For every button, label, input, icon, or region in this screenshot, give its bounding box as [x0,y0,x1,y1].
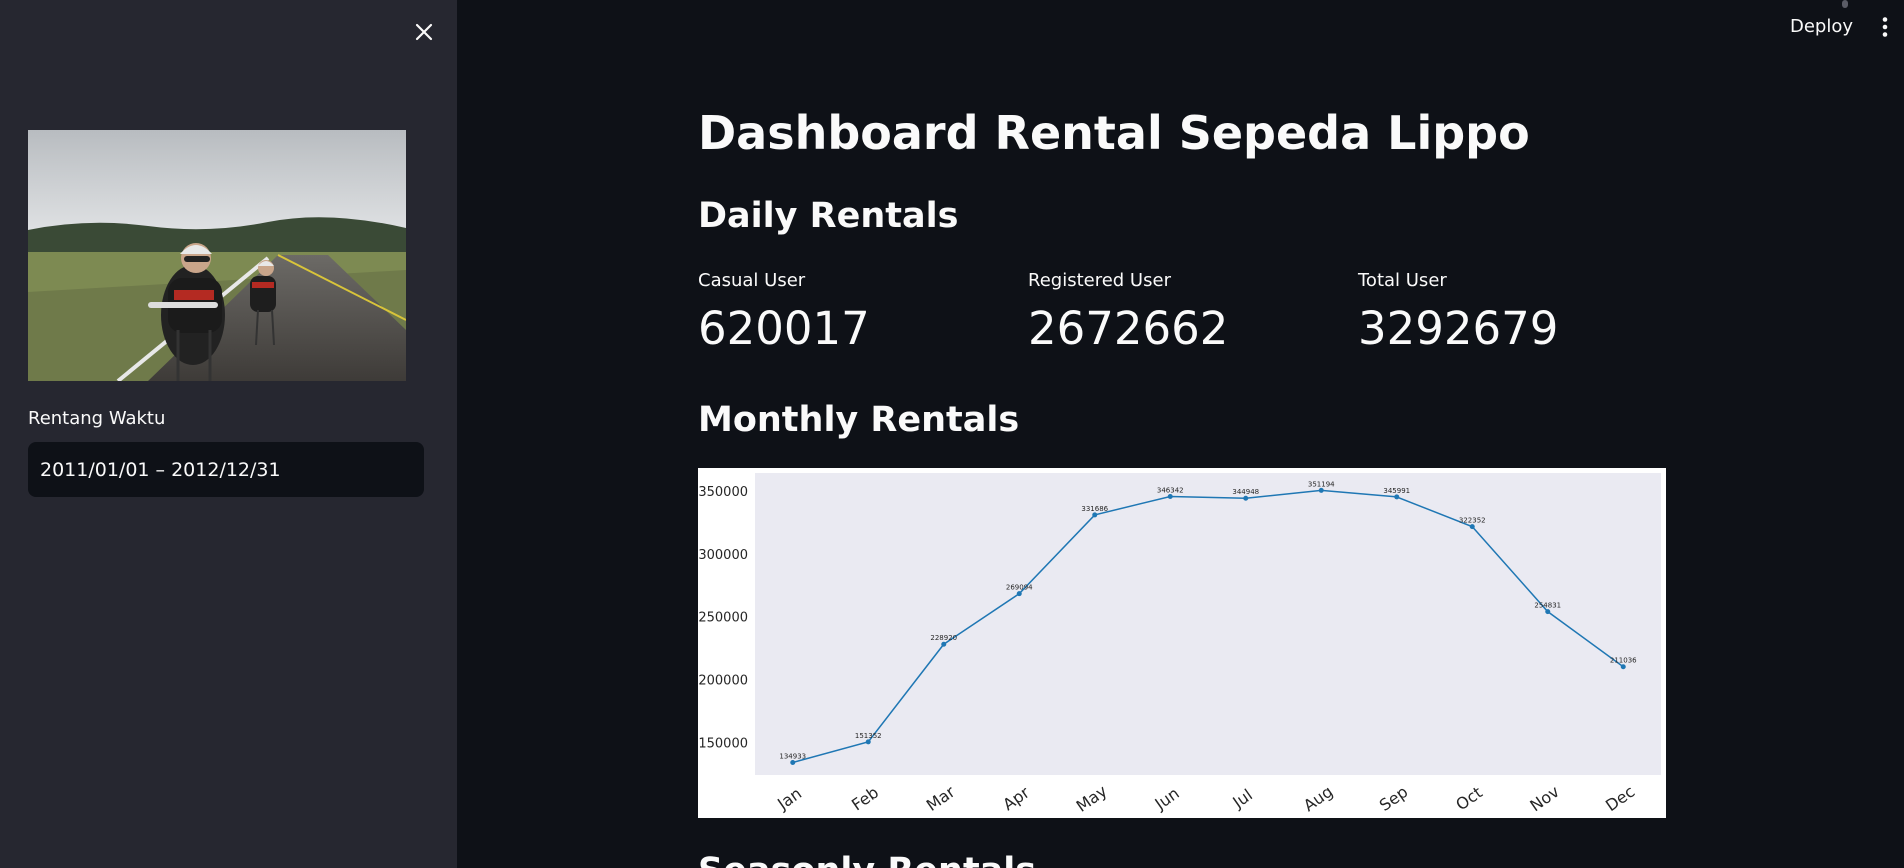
data-point [1243,495,1249,501]
data-label: 211036 [1610,657,1637,665]
close-sidebar-button[interactable] [410,18,438,46]
total-user-value: 3292679 [1358,302,1559,355]
y-tick-label: 350000 [698,485,748,500]
page-title: Dashboard Rental Sepeda Lippo [698,106,1530,160]
y-tick-label: 250000 [698,611,748,626]
data-label: 151352 [855,732,882,740]
monthly-rentals-heading: Monthly Rentals [698,400,1020,440]
date-range-value: 2011/01/01 – 2012/12/31 [40,458,281,481]
close-icon [415,23,433,41]
x-tick-label: Mar [923,782,959,815]
seasonly-rentals-heading: Seasonly Rentals [698,851,1036,868]
x-tick-label: Aug [1300,782,1336,815]
registered-user-label: Registered User [1028,270,1171,291]
data-point [790,760,796,766]
data-label: 228920 [930,634,957,642]
data-label: 322352 [1459,517,1486,525]
x-tick-label: Feb [848,783,882,815]
plot-area [755,473,1661,775]
data-label: 254831 [1534,602,1561,610]
data-label: 134933 [779,753,806,761]
casual-user-label: Casual User [698,270,806,291]
x-tick-label: Dec [1602,782,1638,815]
data-point [1167,493,1173,499]
main-menu-button[interactable] [1878,16,1892,38]
monthly-rentals-chart: 150000 200000 250000 300000 350000 Jan Feb Mar A… [698,468,1666,818]
deploy-button[interactable]: Deploy [1790,16,1853,37]
y-tick-label: 300000 [698,548,748,563]
date-range-label: Rentang Waktu [28,408,166,429]
monthly-rentals-svg: 150000 200000 250000 300000 350000 Jan Feb Mar A… [698,473,1661,816]
data-point [1092,512,1098,518]
data-point [1318,487,1324,493]
data-point [1545,609,1551,615]
daily-rentals-heading: Daily Rentals [698,196,959,236]
sidebar: Rentang Waktu 2011/01/01 – 2012/12/31 [0,0,457,868]
data-label: 269094 [1006,584,1033,592]
data-point [1394,494,1400,500]
vertical-dots-icon [1882,17,1888,37]
y-tick-label: 200000 [698,674,748,689]
y-tick-label: 150000 [698,737,748,752]
data-point [1620,664,1626,670]
data-label: 345991 [1383,487,1410,495]
cyclists-photo [28,130,406,381]
data-point [941,641,947,647]
data-label: 344948 [1232,488,1259,496]
x-tick-label: Jan [773,784,805,814]
data-point [1016,591,1022,597]
x-tick-label: Oct [1452,783,1486,814]
casual-user-value: 620017 [698,302,870,355]
x-tick-label: May [1073,781,1111,816]
scrollbar[interactable] [1842,0,1848,8]
date-range-input[interactable]: 2011/01/01 – 2012/12/31 [28,442,424,497]
registered-user-value: 2672662 [1028,302,1229,355]
x-tick-label: Nov [1526,782,1562,815]
data-label: 351194 [1308,480,1335,488]
data-point [865,739,871,745]
data-point [1469,524,1475,530]
x-tick-label: Jul [1228,785,1256,812]
total-user-label: Total User [1358,270,1447,291]
data-label: 346342 [1157,486,1184,494]
x-tick-label: Jun [1151,784,1183,814]
x-tick-label: Apr [999,783,1033,815]
x-tick-label: Sep [1376,782,1412,815]
data-label: 331686 [1081,505,1108,513]
